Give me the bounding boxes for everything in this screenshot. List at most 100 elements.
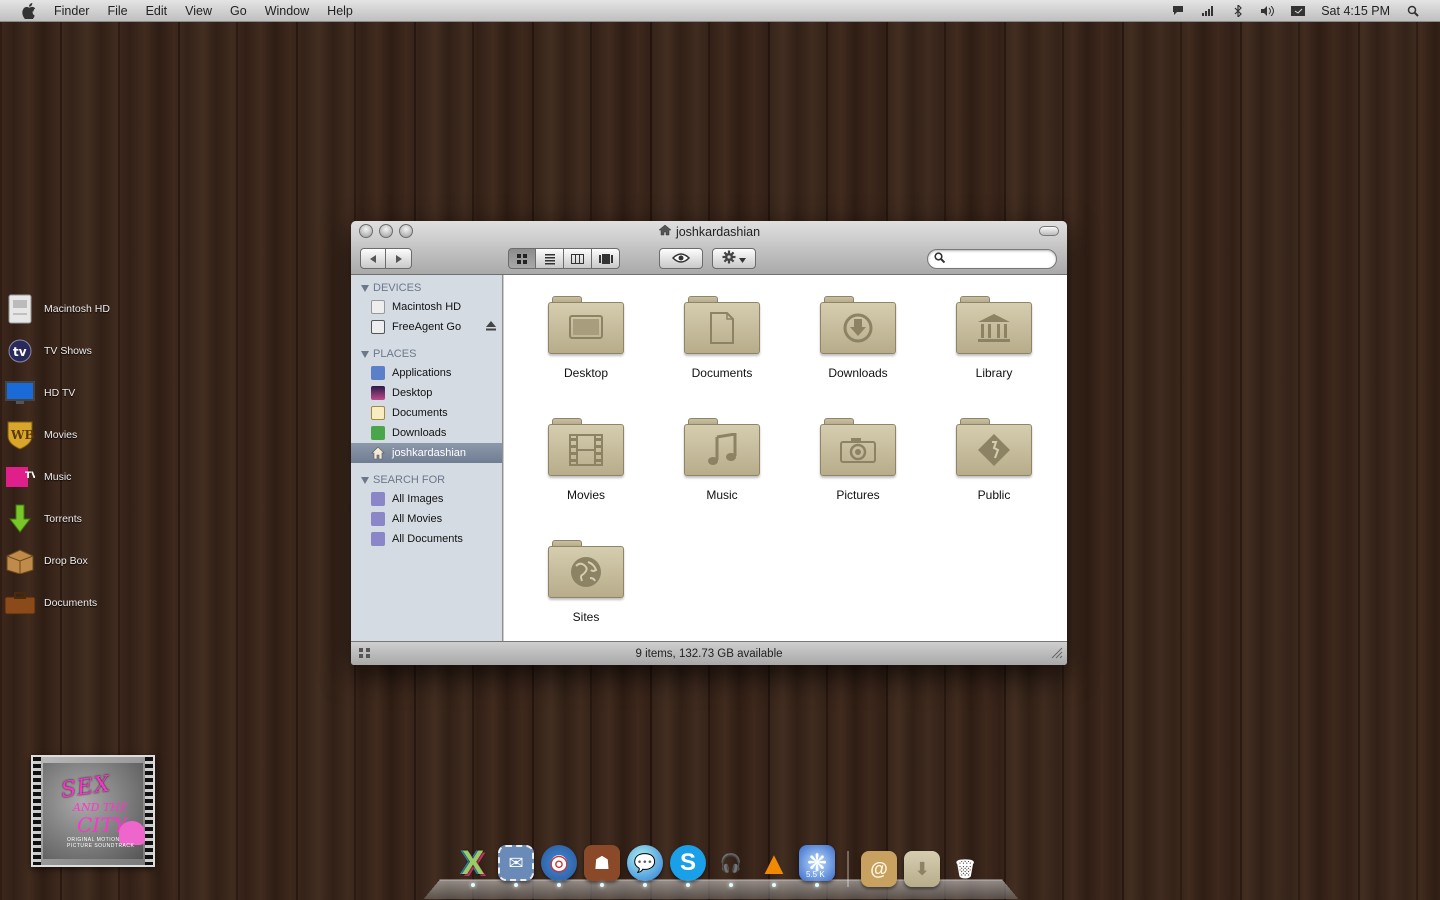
smart-folder-icon bbox=[371, 512, 385, 526]
menu-help[interactable]: Help bbox=[327, 4, 353, 18]
hard-drive-icon bbox=[371, 300, 385, 314]
x-app-icon: X bbox=[461, 843, 485, 882]
sidebar-section-places[interactable]: PLACES bbox=[351, 345, 502, 363]
menu-finder[interactable]: Finder bbox=[54, 4, 89, 18]
folder-desktop[interactable]: Desktop bbox=[518, 289, 654, 411]
sidebar-item-home[interactable]: joshkardashian bbox=[351, 443, 502, 463]
dock-item-mail[interactable]: ✉ bbox=[497, 843, 535, 887]
dock-item-popcorn[interactable]: ❋ 5.5 K bbox=[798, 843, 836, 887]
menu-go[interactable]: Go bbox=[230, 4, 247, 18]
desktop-item-movies[interactable]: WB Movies bbox=[4, 414, 144, 456]
sidebar-item-documents[interactable]: Documents bbox=[351, 403, 502, 423]
dock-item-vlc[interactable]: ▲ bbox=[755, 843, 793, 887]
menu-clock[interactable]: Sat 4:15 PM bbox=[1321, 4, 1390, 18]
column-view-button[interactable] bbox=[564, 248, 592, 269]
search-input[interactable] bbox=[949, 253, 1049, 265]
dock-item-downloads-stack[interactable]: ⬇ bbox=[903, 843, 941, 887]
home-icon bbox=[658, 224, 672, 239]
quick-look-button[interactable] bbox=[659, 248, 703, 269]
folder-music[interactable]: Music bbox=[654, 411, 790, 533]
smart-folder-icon bbox=[371, 532, 385, 546]
desktop-item-tv-shows[interactable]: tv TV Shows bbox=[4, 330, 144, 372]
battery-icon[interactable] bbox=[1291, 5, 1306, 17]
sidebar-item-desktop[interactable]: Desktop bbox=[351, 383, 502, 403]
headphones-icon: 🎧 bbox=[719, 852, 743, 873]
chat-icon[interactable] bbox=[1171, 5, 1185, 17]
dock-item-skype[interactable]: S bbox=[669, 843, 707, 887]
dock-item-ichat[interactable]: 💬 bbox=[626, 843, 664, 887]
mail-stamp-icon: ✉ bbox=[498, 845, 534, 881]
signal-bars-icon[interactable] bbox=[1201, 5, 1215, 17]
desktop-item-drop-box[interactable]: Drop Box bbox=[4, 540, 144, 582]
briefcase-icon bbox=[4, 587, 36, 619]
gear-icon bbox=[722, 250, 736, 267]
status-bar: 9 items, 132.73 GB available bbox=[351, 641, 1067, 665]
sidebar-item-macintosh-hd[interactable]: Macintosh HD bbox=[351, 297, 502, 317]
skype-icon: S bbox=[670, 845, 706, 881]
eject-icon[interactable] bbox=[486, 321, 496, 334]
safari-icon: ◎ bbox=[541, 845, 577, 881]
smart-folder-icon bbox=[371, 492, 385, 506]
resize-handle-icon[interactable] bbox=[1051, 647, 1063, 662]
monitor-icon bbox=[4, 377, 36, 409]
folder-documents[interactable]: Documents bbox=[654, 289, 790, 411]
forward-button[interactable] bbox=[386, 248, 412, 269]
adium-icon: ☗ bbox=[584, 845, 620, 881]
dock-item-adium[interactable]: ☗ bbox=[583, 843, 621, 887]
chevron-down-icon bbox=[739, 252, 746, 266]
sidebar-item-all-images[interactable]: All Images bbox=[351, 489, 502, 509]
sidebar-section-devices[interactable]: DEVICES bbox=[351, 279, 502, 297]
hard-drive-icon bbox=[4, 293, 36, 325]
folder-movies[interactable]: Movies bbox=[518, 411, 654, 533]
back-button[interactable] bbox=[360, 248, 386, 269]
folder-downloads[interactable]: Downloads bbox=[790, 289, 926, 411]
album-art-widget[interactable]: SEX AND THE CITY ORIGINAL MOTION PICTURE… bbox=[31, 755, 155, 867]
dock-item-address-book[interactable]: @ bbox=[860, 843, 898, 887]
menu-view[interactable]: View bbox=[185, 4, 212, 18]
folder-sites[interactable]: Sites bbox=[518, 533, 654, 655]
disclosure-triangle-icon[interactable] bbox=[361, 476, 369, 484]
bluetooth-icon[interactable] bbox=[1231, 4, 1245, 17]
desktop-icons: Macintosh HD tv TV Shows HD TV WB Movies… bbox=[4, 288, 144, 624]
folder-library[interactable]: Library bbox=[926, 289, 1062, 411]
sidebar-item-applications[interactable]: Applications bbox=[351, 363, 502, 383]
dock-item-safari[interactable]: ◎ bbox=[540, 843, 578, 887]
spotlight-icon[interactable] bbox=[1406, 5, 1420, 17]
menu-edit[interactable]: Edit bbox=[146, 4, 168, 18]
folder-pictures[interactable]: Pictures bbox=[790, 411, 926, 533]
toolbar-toggle-button[interactable] bbox=[1039, 226, 1059, 236]
list-view-button[interactable] bbox=[536, 248, 564, 269]
volume-icon[interactable] bbox=[1261, 5, 1275, 17]
desktop-item-music[interactable]: TV Music bbox=[4, 456, 144, 498]
folder-public[interactable]: Public bbox=[926, 411, 1062, 533]
menu-file[interactable]: File bbox=[107, 4, 127, 18]
dock-item-trash[interactable]: 🗑 bbox=[946, 843, 984, 887]
sidebar-section-search-for[interactable]: SEARCH FOR bbox=[351, 471, 502, 489]
film-strip-right bbox=[145, 757, 153, 865]
sidebar-item-all-documents[interactable]: All Documents bbox=[351, 529, 502, 549]
sites-folder-icon bbox=[548, 538, 624, 600]
external-drive-icon bbox=[371, 320, 385, 334]
apple-menu-icon[interactable] bbox=[18, 0, 40, 22]
desktop-item-documents[interactable]: Documents bbox=[4, 582, 144, 624]
menu-window[interactable]: Window bbox=[265, 4, 309, 18]
dock-item-x[interactable]: X bbox=[454, 843, 492, 887]
search-field[interactable] bbox=[927, 249, 1057, 269]
sidebar-grip-icon[interactable] bbox=[359, 648, 371, 661]
documents-folder-icon bbox=[684, 294, 760, 356]
icon-view-button[interactable] bbox=[508, 248, 536, 269]
desktop-item-macintosh-hd[interactable]: Macintosh HD bbox=[4, 288, 144, 330]
desktop-item-hd-tv[interactable]: HD TV bbox=[4, 372, 144, 414]
sidebar-item-all-movies[interactable]: All Movies bbox=[351, 509, 502, 529]
dock-item-beats[interactable]: 🎧 bbox=[712, 843, 750, 887]
disclosure-triangle-icon[interactable] bbox=[361, 284, 369, 292]
coverflow-view-button[interactable] bbox=[592, 248, 620, 269]
desktop-item-torrents[interactable]: Torrents bbox=[4, 498, 144, 540]
wb-shield-icon: WB bbox=[4, 419, 36, 451]
folder-grid: Desktop Documents Downloads Library Movi… bbox=[518, 289, 1062, 655]
disclosure-triangle-icon[interactable] bbox=[361, 350, 369, 358]
sidebar-item-downloads[interactable]: Downloads bbox=[351, 423, 502, 443]
sidebar-item-freeagent-go[interactable]: FreeAgent Go bbox=[351, 317, 502, 337]
album-cover: SEX AND THE CITY ORIGINAL MOTION PICTURE… bbox=[43, 763, 145, 859]
action-menu-button[interactable] bbox=[712, 248, 756, 269]
